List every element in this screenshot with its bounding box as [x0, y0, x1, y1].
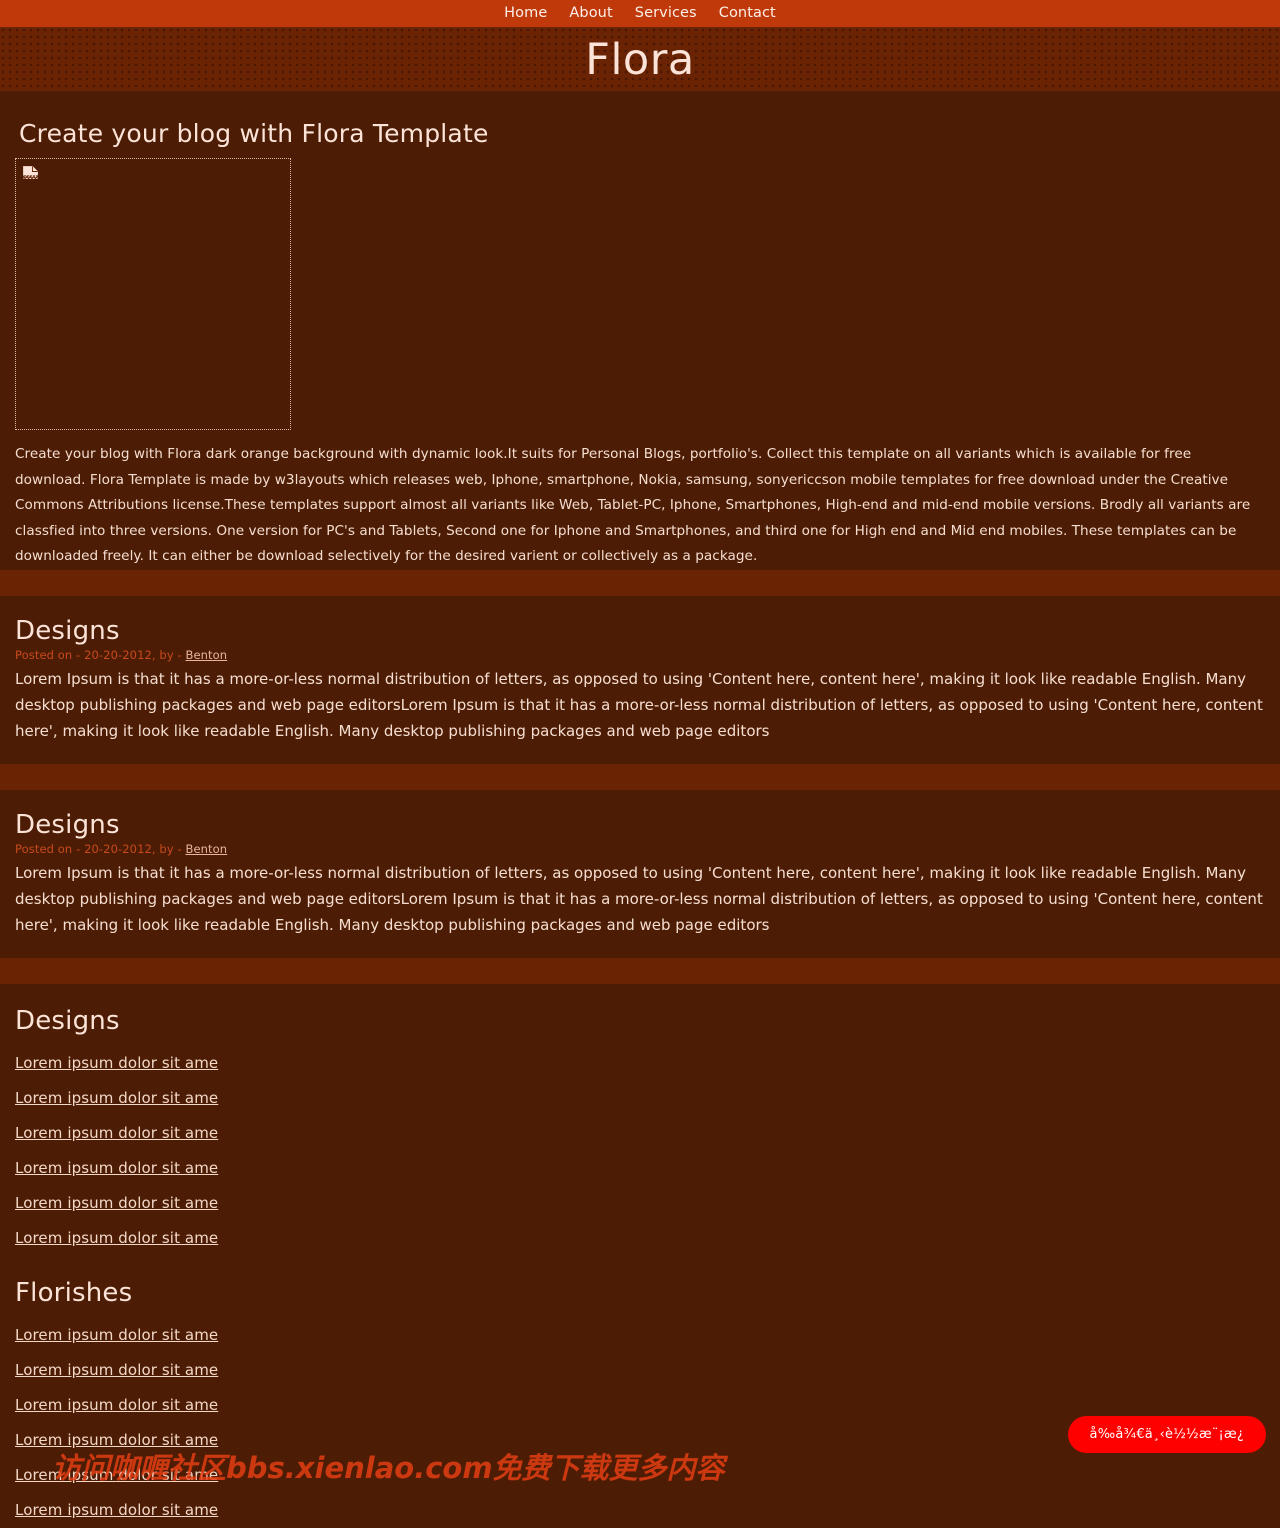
article-body: Lorem Ipsum is that it has a more-or-les…: [15, 863, 1263, 934]
site-title: Flora: [585, 34, 695, 85]
nav-item-services[interactable]: Services: [624, 0, 708, 27]
list-item: Lorem ipsum dolor sit ame: [15, 1081, 1265, 1116]
article-body: Lorem Ipsum is that it has a more-or-les…: [15, 669, 1263, 740]
article-meta-text: Posted on - 20-20-2012, by -: [15, 841, 186, 856]
page-title: Create your blog with Flora Template: [19, 119, 489, 148]
link-section-title: Designs: [15, 1005, 120, 1036]
intro-section: Create your blog with Flora Template Cre…: [0, 119, 1280, 570]
section-divider-2: [0, 763, 1280, 790]
section-divider-3: [0, 957, 1280, 984]
link-item[interactable]: Lorem ipsum dolor sit ame: [15, 1081, 218, 1116]
list-item: Lorem ipsum dolor sit ame: [15, 1151, 1265, 1186]
link-list-designs: Lorem ipsum dolor sit ame Lorem ipsum do…: [15, 1046, 1265, 1256]
link-item[interactable]: Lorem ipsum dolor sit ame: [15, 1186, 218, 1221]
article-author-link[interactable]: Benton: [186, 648, 228, 662]
intro-paragraph: Create your blog with Flora dark orange …: [15, 446, 1251, 564]
hero-image-placeholder: [15, 158, 291, 430]
list-item: Lorem ipsum dolor sit ame: [15, 1221, 1265, 1256]
article-1: Designs Posted on - 20-20-2012, by - Ben…: [0, 616, 1280, 744]
link-item[interactable]: Lorem ipsum dolor sit ame: [15, 1151, 218, 1186]
link-item[interactable]: Lorem ipsum dolor sit ame: [15, 1458, 218, 1493]
link-item[interactable]: Lorem ipsum dolor sit ame: [15, 1388, 218, 1423]
link-item[interactable]: Lorem ipsum dolor sit ame: [15, 1493, 218, 1528]
list-item: Lorem ipsum dolor sit ame: [15, 1458, 1265, 1493]
link-item[interactable]: Lorem ipsum dolor sit ame: [15, 1353, 218, 1388]
list-item: Lorem ipsum dolor sit ame: [15, 1046, 1265, 1081]
nav-item-contact[interactable]: Contact: [708, 0, 787, 27]
list-item: Lorem ipsum dolor sit ame: [15, 1116, 1265, 1151]
nav-item-home[interactable]: Home: [493, 0, 558, 27]
article-2: Designs Posted on - 20-20-2012, by - Ben…: [0, 810, 1280, 938]
primary-navigation: Home About Services Contact: [0, 0, 1280, 27]
article-title: Designs: [15, 615, 120, 646]
list-item: Lorem ipsum dolor sit ame: [15, 1493, 1265, 1528]
list-item: Lorem ipsum dolor sit ame: [15, 1186, 1265, 1221]
list-item: Lorem ipsum dolor sit ame: [15, 1318, 1265, 1353]
article-author-link[interactable]: Benton: [186, 842, 228, 856]
link-section-title: Florishes: [15, 1277, 133, 1308]
site-header: Flora: [0, 27, 1280, 101]
article-title: Designs: [15, 809, 120, 840]
list-item: Lorem ipsum dolor sit ame: [15, 1353, 1265, 1388]
link-item[interactable]: Lorem ipsum dolor sit ame: [15, 1221, 218, 1256]
article-meta: Posted on - 20-20-2012, by - Benton: [15, 842, 1265, 856]
section-divider-1: [0, 569, 1280, 596]
article-meta-text: Posted on - 20-20-2012, by -: [15, 647, 186, 662]
link-item[interactable]: Lorem ipsum dolor sit ame: [15, 1116, 218, 1151]
link-item[interactable]: Lorem ipsum dolor sit ame: [15, 1318, 218, 1353]
nav-item-about[interactable]: About: [558, 0, 623, 27]
link-item[interactable]: Lorem ipsum dolor sit ame: [15, 1046, 218, 1081]
link-item[interactable]: Lorem ipsum dolor sit ame: [15, 1423, 218, 1458]
article-meta: Posted on - 20-20-2012, by - Benton: [15, 648, 1265, 662]
broken-image-icon: [23, 166, 38, 183]
download-template-button[interactable]: å‰å¾€ä¸‹è½½æ¨¡æ¿: [1067, 1416, 1266, 1453]
